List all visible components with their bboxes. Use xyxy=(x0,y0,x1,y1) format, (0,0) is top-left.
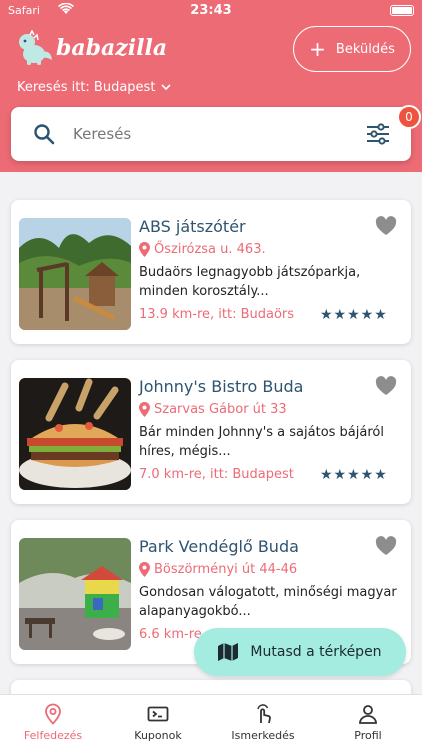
location-label: Keresés itt: Budapest xyxy=(17,80,156,95)
bottom-tab-bar: Felfedezés Kuponok Ismerkedés Profil xyxy=(0,694,422,750)
plus-icon: + xyxy=(309,37,326,61)
status-bar: Safari 23:43 xyxy=(0,0,422,22)
location-pin-icon xyxy=(45,703,61,725)
address-text: Őszirózsa u. 463. xyxy=(154,242,266,257)
place-photo-burger xyxy=(19,378,131,490)
tab-coupons[interactable]: Kuponok xyxy=(108,695,208,750)
show-on-map-label: Mutasd a térképen xyxy=(250,644,382,660)
place-photo-restaurant-garden xyxy=(19,538,131,650)
coupon-icon xyxy=(147,706,169,722)
map-icon xyxy=(218,643,239,661)
address-text: Szarvas Gábor út 33 xyxy=(154,402,287,417)
status-time: 23:43 xyxy=(190,3,232,18)
tab-explore[interactable]: Felfedezés xyxy=(3,695,103,750)
tab-coupons-label: Kuponok xyxy=(134,729,182,742)
favorite-heart-icon[interactable] xyxy=(375,536,397,556)
submit-button[interactable]: + Beküldés xyxy=(293,26,411,72)
tab-meet-label: Ismerkedés xyxy=(231,729,295,742)
favorite-heart-icon[interactable] xyxy=(375,376,397,396)
map-pin-icon xyxy=(139,402,150,417)
filter-sliders-icon[interactable] xyxy=(365,121,391,147)
tab-profile[interactable]: Profil xyxy=(318,695,418,750)
place-address: Böszörményi út 44-46 xyxy=(139,562,297,577)
address-text: Böszörményi út 44-46 xyxy=(154,562,298,577)
dinosaur-logo-icon xyxy=(19,30,52,65)
place-title: ABS játszótér xyxy=(139,217,246,236)
place-title: Johnny's Bistro Buda xyxy=(139,377,304,396)
place-card[interactable]: Johnny's Bistro Buda Szarvas Gábor út 33… xyxy=(11,360,411,504)
map-pin-icon xyxy=(139,242,150,257)
chevron-down-icon xyxy=(161,84,172,91)
place-description: Budaörs legnagyobb játszóparkja, minden … xyxy=(139,265,361,299)
star-rating: ★★★★★ xyxy=(320,307,388,323)
battery-icon xyxy=(390,5,414,16)
place-distance: 13.9 km-re, itt: Budaörs xyxy=(139,307,295,322)
place-distance: 6.6 km-re xyxy=(139,627,202,642)
place-address: Szarvas Gábor út 33 xyxy=(139,402,287,417)
place-description: Gondosan válogatott, minőségi magyar ala… xyxy=(139,585,397,619)
search-bar: 0 xyxy=(11,105,421,161)
place-card[interactable]: ABS játszótér Őszirózsa u. 463. Budaörs … xyxy=(11,200,411,344)
app-logo: babazilla xyxy=(14,30,167,66)
place-description: Bár minden Johnny's a sajátos bájáról hí… xyxy=(139,425,384,459)
tab-profile-label: Profil xyxy=(354,729,382,742)
tab-explore-label: Felfedezés xyxy=(23,729,83,742)
search-input[interactable] xyxy=(73,120,343,148)
submit-button-label: Beküldés xyxy=(335,41,395,57)
tab-meet[interactable]: Ismerkedés xyxy=(213,695,313,750)
search-icon xyxy=(34,124,55,145)
star-rating: ★★★★★ xyxy=(320,467,388,483)
place-address: Őszirózsa u. 463. xyxy=(139,242,266,257)
favorite-heart-icon[interactable] xyxy=(375,216,397,236)
logo-text: babazilla xyxy=(56,35,168,61)
show-on-map-button[interactable]: Mutasd a térképen xyxy=(194,628,406,676)
map-pin-icon xyxy=(139,562,150,577)
place-title: Park Vendéglő Buda xyxy=(139,537,299,556)
place-photo-playground xyxy=(19,218,131,330)
filter-count-badge: 0 xyxy=(397,105,421,129)
location-selector[interactable]: Keresés itt: Budapest xyxy=(17,80,172,95)
place-distance: 7.0 km-re, itt: Budapest xyxy=(139,467,294,482)
hand-tap-icon xyxy=(257,704,271,724)
person-icon xyxy=(359,705,377,724)
